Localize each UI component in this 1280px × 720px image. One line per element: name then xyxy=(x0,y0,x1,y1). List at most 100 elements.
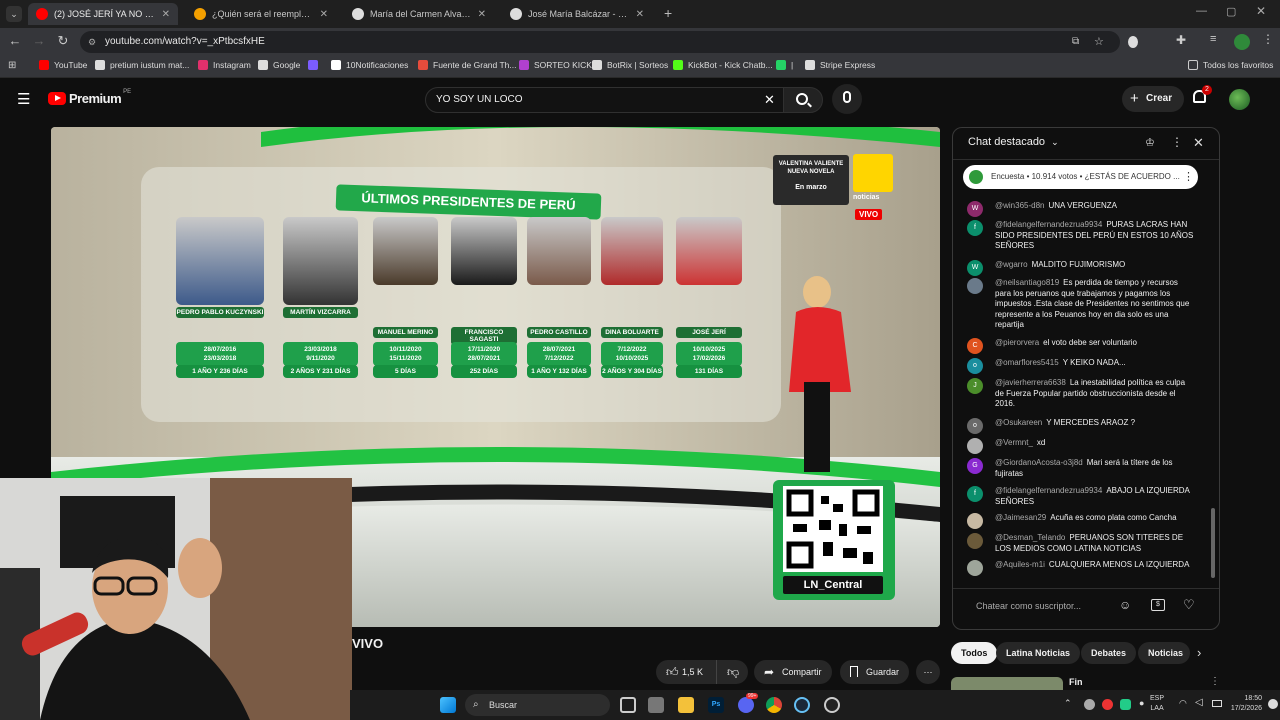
close-window-button[interactable]: ✕ xyxy=(1256,4,1266,18)
bookmark-item[interactable]: | xyxy=(776,60,793,70)
reading-list-icon[interactable]: ≡ xyxy=(1210,33,1216,45)
chat-scrollbar[interactable] xyxy=(1211,508,1215,578)
site-info-icon[interactable]: ⚙ xyxy=(88,31,96,53)
related-thumbnail[interactable] xyxy=(951,677,1063,690)
browser-tab[interactable]: ¿Quién será el reemplazo de Jo ✕ xyxy=(186,3,336,25)
tab-close-icon[interactable]: ✕ xyxy=(320,9,328,20)
chat-avatar[interactable]: f xyxy=(967,486,983,502)
chat-avatar[interactable] xyxy=(967,438,983,454)
new-tab-button[interactable]: + xyxy=(664,5,672,21)
taskbar-search[interactable]: ⌕ Buscar xyxy=(465,694,610,716)
bookmark-star-icon[interactable]: ☆ xyxy=(1094,31,1104,53)
bookmark-item[interactable] xyxy=(308,60,323,70)
maximize-button[interactable]: ▢ xyxy=(1226,5,1236,18)
task-view-icon[interactable] xyxy=(620,697,636,713)
chat-avatar[interactable] xyxy=(967,560,983,576)
filter-chip[interactable]: Latina Noticias xyxy=(996,642,1081,664)
bookmark-item[interactable]: BotRix | Sorteos xyxy=(592,60,668,70)
network-wifi-icon[interactable]: ◠ xyxy=(1179,698,1187,709)
extension-icon[interactable] xyxy=(1128,36,1138,48)
chrome-icon[interactable] xyxy=(766,697,782,713)
chat-avatar[interactable]: W xyxy=(967,260,983,276)
chat-avatar[interactable]: W xyxy=(967,201,983,217)
chat-avatar[interactable] xyxy=(967,533,983,549)
dislike-button[interactable]: 👎︎ xyxy=(716,660,748,684)
chat-avatar[interactable]: f xyxy=(967,220,983,236)
poll-menu-icon[interactable]: ⋮ xyxy=(1183,165,1194,189)
bookmark-item[interactable]: pretium iustum mat... xyxy=(95,60,189,70)
desktop-app-icon[interactable] xyxy=(648,697,664,713)
chat-avatar[interactable]: o xyxy=(967,418,983,434)
browser-tab[interactable]: María del Carmen Alva Prieto - ✕ xyxy=(344,3,494,25)
extensions-puzzle-icon[interactable]: ✚ xyxy=(1176,33,1186,47)
tray-app2-icon[interactable] xyxy=(1102,699,1113,710)
apps-grid-icon[interactable]: ⊞ xyxy=(8,60,16,71)
chat-mode-dropdown[interactable]: Chat destacado ⌄ xyxy=(968,136,1059,148)
volume-icon[interactable]: ◁ xyxy=(1195,697,1203,708)
heart-icon[interactable]: ♡ xyxy=(1183,597,1195,613)
chat-author[interactable]: @GiordanoAcosta-o3j8d xyxy=(995,458,1083,467)
voice-search-button[interactable] xyxy=(832,84,862,114)
tab-close-icon[interactable]: ✕ xyxy=(478,9,486,20)
chat-author[interactable]: @javierherrera6638 xyxy=(995,378,1066,387)
share-button[interactable]: ➦ Compartir xyxy=(754,660,832,684)
url-field[interactable]: ⚙ youtube.com/watch?v=_xPtbcsfxHE ⧉ ☆ xyxy=(80,31,1120,53)
emoji-icon[interactable]: ☺ xyxy=(1119,598,1131,612)
file-explorer-icon[interactable] xyxy=(678,697,694,713)
chat-author[interactable]: @omarflores5415 xyxy=(995,358,1059,367)
tab-close-icon[interactable]: ✕ xyxy=(162,9,170,20)
search-button[interactable] xyxy=(783,87,823,113)
filter-chip[interactable]: Noticias xyxy=(1138,642,1190,664)
chat-author[interactable]: @fidelangelfernandezrua9934 xyxy=(995,486,1102,495)
windows-start-icon[interactable] xyxy=(440,697,456,713)
hamburger-menu-icon[interactable]: ☰ xyxy=(17,90,30,108)
chat-input[interactable]: Chatear como suscriptor... xyxy=(976,601,1081,611)
language-indicator[interactable]: ESP LAA xyxy=(1150,694,1164,714)
install-app-icon[interactable]: ⧉ xyxy=(1072,31,1079,53)
poll-banner[interactable]: Encuesta • 10.914 votos • ¿ESTÁS DE ACUE… xyxy=(963,165,1198,189)
bookmark-item[interactable]: KickBot - Kick Chatb... xyxy=(673,60,773,70)
search-input[interactable]: YO SOY UN LOCO ✕ xyxy=(425,87,784,113)
create-button[interactable]: + Crear xyxy=(1122,86,1184,112)
browser-tab[interactable]: (2) JOSÉ JERÍ YA NO ES PRESID ✕ xyxy=(28,3,178,25)
obs-icon[interactable] xyxy=(824,697,840,713)
tray-app-icon[interactable] xyxy=(1084,699,1095,710)
close-chat-icon[interactable]: ✕ xyxy=(1193,135,1204,151)
chat-author[interactable]: @wgarro xyxy=(995,260,1028,269)
notification-center-icon[interactable] xyxy=(1268,699,1278,709)
back-button[interactable]: ← xyxy=(6,33,24,48)
forward-button[interactable]: → xyxy=(30,33,48,48)
bookmark-item[interactable]: 10Notificaciones xyxy=(331,60,408,70)
account-avatar[interactable] xyxy=(1229,89,1250,110)
chat-author[interactable]: @fidelangelfernandezrua9934 xyxy=(995,220,1102,229)
clear-search-icon[interactable]: ✕ xyxy=(764,88,775,112)
more-actions-button[interactable]: ⋯ xyxy=(916,660,940,684)
microphone-tray-icon[interactable]: ● xyxy=(1139,698,1144,708)
tray-app3-icon[interactable] xyxy=(1120,699,1131,710)
tab-close-icon[interactable]: ✕ xyxy=(636,9,644,20)
crown-icon[interactable]: ♔ xyxy=(1145,136,1155,149)
youtube-logo[interactable]: Premium PE xyxy=(48,89,131,106)
discord-icon[interactable] xyxy=(738,697,754,713)
chat-author[interactable]: @Desman_Telando xyxy=(995,533,1065,542)
browser-tab[interactable]: José María Balcázar - Buscar co ✕ xyxy=(502,3,652,25)
super-chat-icon[interactable]: $ xyxy=(1151,599,1165,611)
chat-avatar[interactable]: o xyxy=(967,358,983,374)
chat-author[interactable]: @neilsantiago819 xyxy=(995,278,1059,287)
battery-icon[interactable] xyxy=(1212,700,1222,707)
chat-author[interactable]: @Jaimesan29 xyxy=(995,513,1046,522)
chat-avatar[interactable]: J xyxy=(967,378,983,394)
chat-author[interactable]: @win365-d8n xyxy=(995,201,1044,210)
like-button[interactable]: 👍︎ 1,5 K xyxy=(656,660,716,684)
minimize-button[interactable]: — xyxy=(1196,5,1207,17)
clock[interactable]: 18:50 17/2/2026 xyxy=(1228,694,1262,714)
bookmark-item[interactable]: YouTube xyxy=(39,60,87,70)
bookmark-item[interactable]: Instagram xyxy=(198,60,251,70)
chat-avatar[interactable]: G xyxy=(967,458,983,474)
all-favorites-folder[interactable]: Todos los favoritos xyxy=(1188,60,1273,70)
bookmark-item[interactable]: Fuente de Grand Th... xyxy=(418,60,516,70)
bookmark-item[interactable]: Stripe Express xyxy=(805,60,875,70)
chat-author[interactable]: @Osukareen xyxy=(995,418,1042,427)
filter-chip[interactable]: Todos xyxy=(951,642,998,664)
menu-kebab-icon[interactable]: ⋮ xyxy=(1262,32,1274,46)
